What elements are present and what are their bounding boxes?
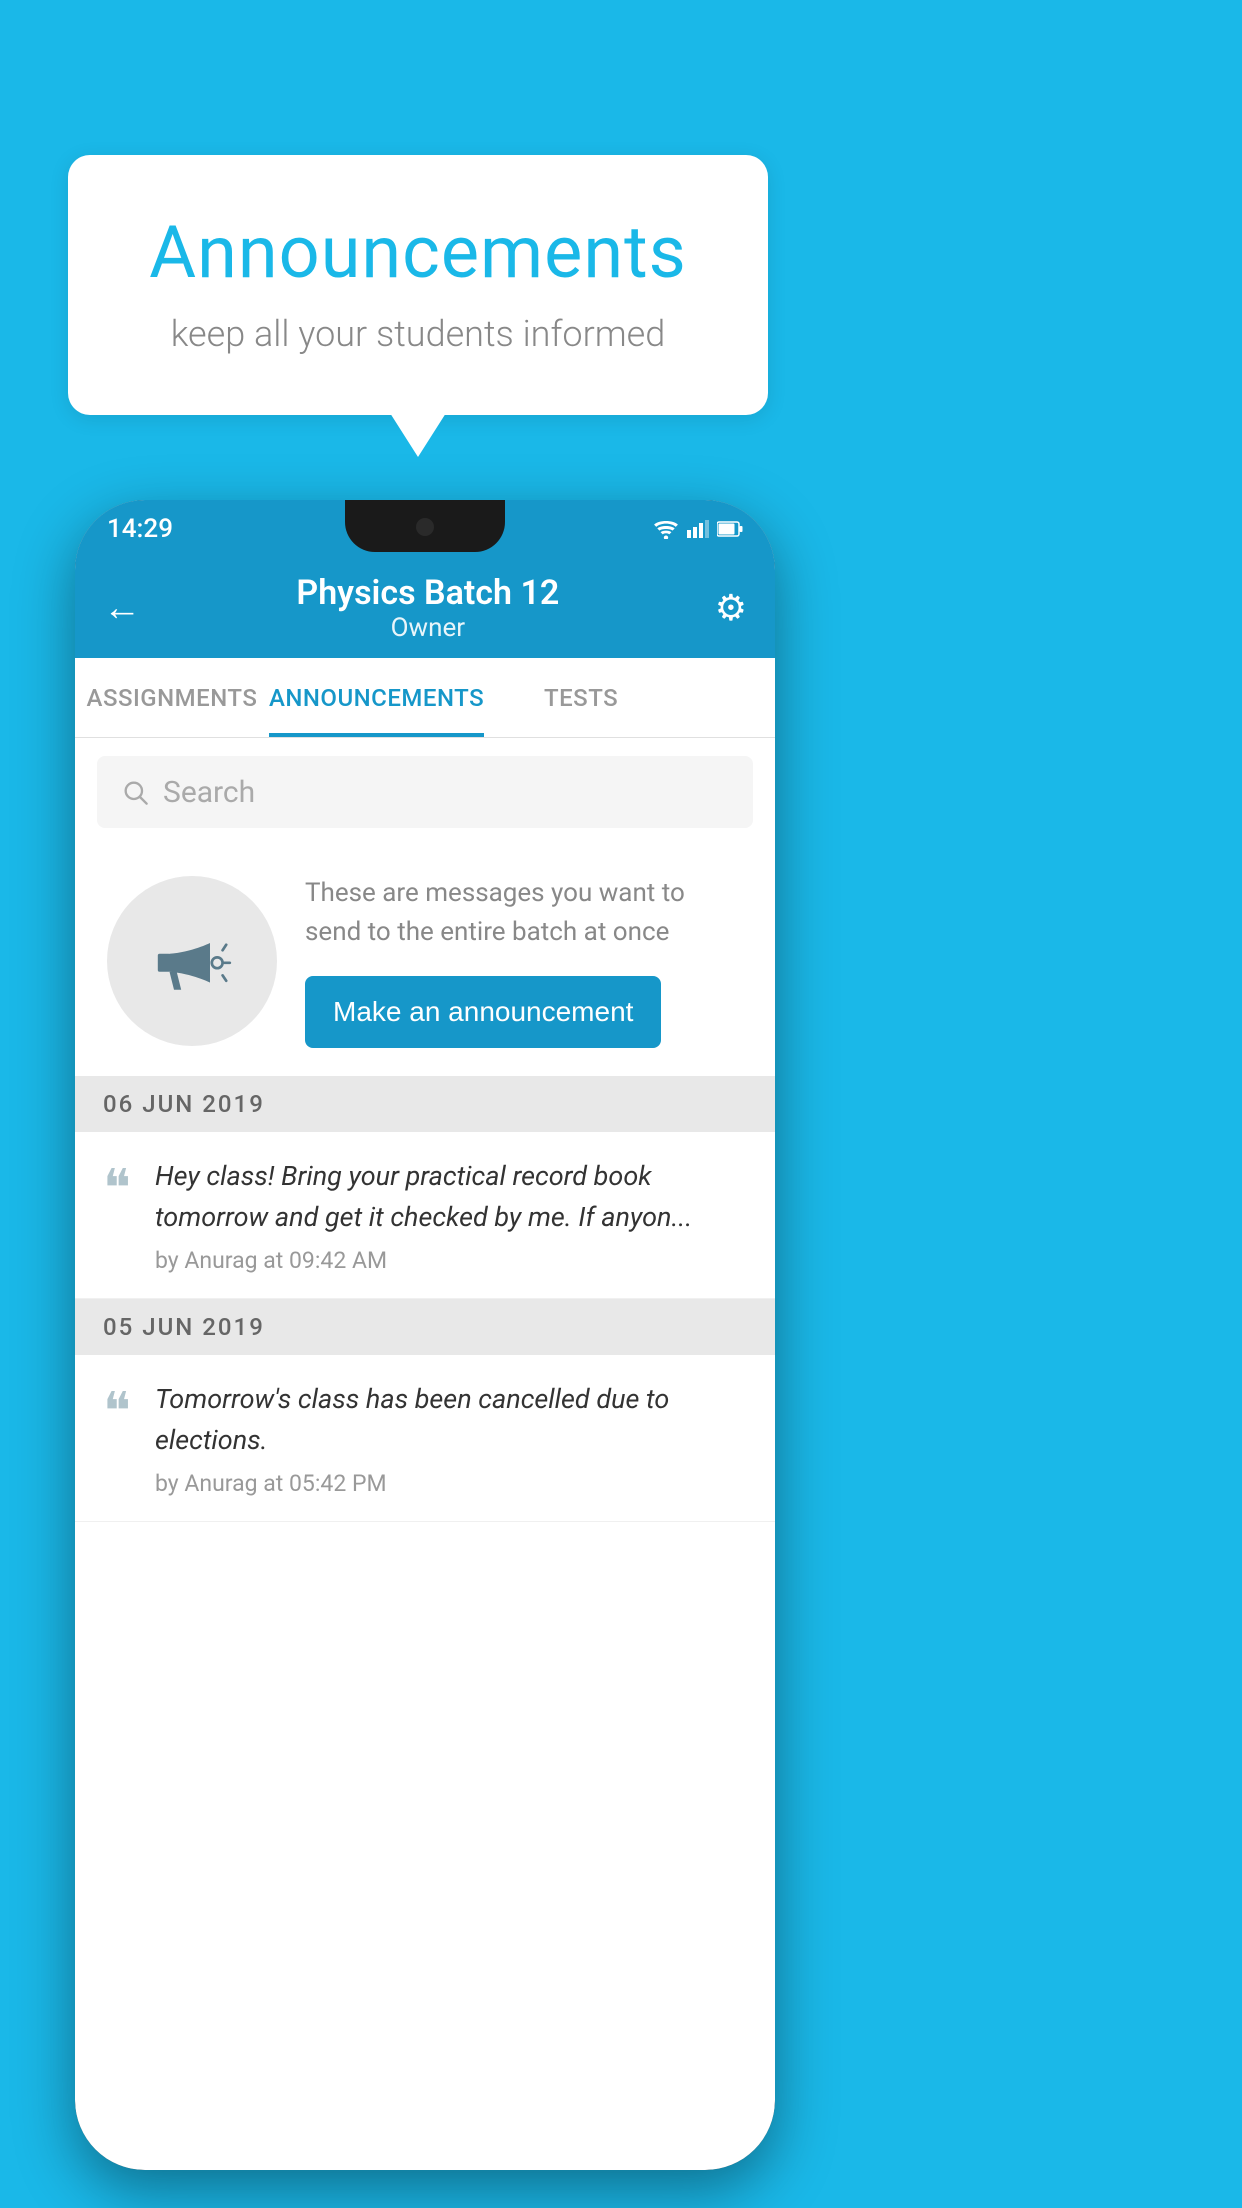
date-separator-2: 05 JUN 2019	[75, 1299, 775, 1355]
status-icons	[653, 519, 743, 539]
batch-name: Physics Batch 12	[141, 573, 715, 613]
date-separator-1: 06 JUN 2019	[75, 1076, 775, 1132]
quote-icon-2: ❝	[103, 1387, 131, 1439]
battery-icon	[717, 521, 743, 537]
phone-screen: 14:29	[75, 500, 775, 2170]
announcement-meta-2: by Anurag at 05:42 PM	[155, 1470, 387, 1497]
phone-frame: 14:29	[75, 500, 775, 2170]
search-container: Search	[75, 738, 775, 846]
app-bar-title: Physics Batch 12 Owner	[141, 573, 715, 643]
app-bar: ← Physics Batch 12 Owner ⚙	[75, 558, 775, 658]
tab-assignments[interactable]: ASSIGNMENTS	[75, 658, 269, 737]
megaphone-icon	[147, 916, 237, 1006]
bubble-subtitle: keep all your students informed	[128, 313, 708, 355]
search-placeholder: Search	[163, 775, 255, 810]
announcement-text-2: Tomorrow's class has been cancelled due …	[155, 1379, 747, 1460]
tabs-bar: ASSIGNMENTS ANNOUNCEMENTS TESTS	[75, 658, 775, 738]
signal-icon	[687, 519, 709, 539]
announcement-icon-circle	[107, 876, 277, 1046]
batch-role: Owner	[141, 613, 715, 643]
back-button[interactable]: ←	[103, 586, 141, 630]
announcement-item-2[interactable]: ❝ Tomorrow's class has been cancelled du…	[75, 1355, 775, 1522]
announcement-item-1[interactable]: ❝ Hey class! Bring your practical record…	[75, 1132, 775, 1299]
empty-state: These are messages you want to send to t…	[75, 846, 775, 1076]
notch	[345, 500, 505, 552]
status-time: 14:29	[107, 514, 173, 544]
search-bar[interactable]: Search	[97, 756, 753, 828]
empty-state-text: These are messages you want to send to t…	[305, 874, 743, 1048]
search-icon	[121, 778, 149, 806]
quote-icon-1: ❝	[103, 1164, 131, 1216]
announcement-meta-1: by Anurag at 09:42 AM	[155, 1247, 387, 1274]
announcement-content-1: Hey class! Bring your practical record b…	[155, 1156, 747, 1274]
camera-notch	[416, 518, 434, 536]
bubble-title: Announcements	[128, 210, 708, 295]
speech-bubble: Announcements keep all your students inf…	[68, 155, 768, 415]
empty-state-description: These are messages you want to send to t…	[305, 874, 743, 952]
wifi-icon	[653, 519, 679, 539]
announcement-content-2: Tomorrow's class has been cancelled due …	[155, 1379, 747, 1497]
make-announcement-button[interactable]: Make an announcement	[305, 976, 661, 1048]
status-bar: 14:29	[75, 500, 775, 558]
tab-more[interactable]	[678, 658, 775, 737]
tab-announcements[interactable]: ANNOUNCEMENTS	[269, 658, 484, 737]
settings-icon[interactable]: ⚙	[715, 587, 747, 629]
announcement-text-1: Hey class! Bring your practical record b…	[155, 1156, 747, 1237]
speech-bubble-container: Announcements keep all your students inf…	[68, 155, 768, 415]
tab-tests[interactable]: TESTS	[484, 658, 678, 737]
